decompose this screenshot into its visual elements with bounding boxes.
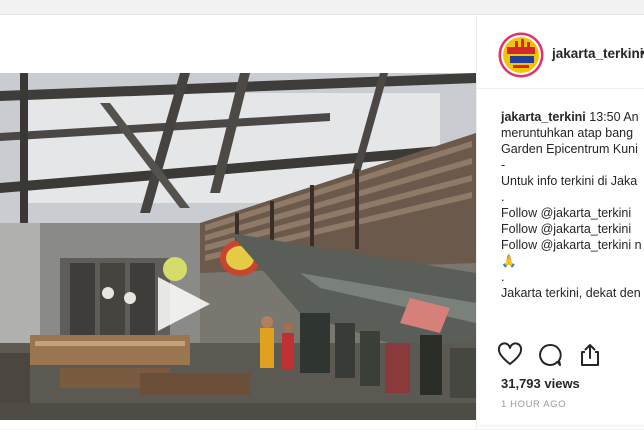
video-frame xyxy=(0,73,476,420)
caption-line-10: 🙏 xyxy=(501,254,517,268)
divider xyxy=(477,425,644,426)
caption-line-2: meruntuhkan atap bang xyxy=(501,126,634,140)
post-header: jakarta_terkini • xyxy=(477,15,644,89)
avatar[interactable] xyxy=(498,32,544,78)
caption-line-7: Follow @jakarta_terkini xyxy=(501,206,632,220)
view-count[interactable]: 31,793 views xyxy=(501,376,580,391)
header-username[interactable]: jakarta_terkini xyxy=(552,46,644,61)
video-player[interactable] xyxy=(0,73,476,420)
share-icon[interactable] xyxy=(577,342,603,368)
post-sidebar: jakarta_terkini • jakarta_terkini 13:50 … xyxy=(476,15,644,430)
instagram-post: jakarta_terkini • jakarta_terkini 13:50 … xyxy=(0,14,644,430)
play-icon[interactable] xyxy=(152,273,214,335)
action-bar xyxy=(497,342,637,370)
caption-line-5: Untuk info terkini di Jaka xyxy=(501,174,638,188)
caption-line-1: jakarta_terkini 13:50 An xyxy=(501,109,644,125)
caption-line-6: . xyxy=(501,190,505,204)
more-options-icon[interactable]: • xyxy=(640,44,644,60)
comment-icon[interactable] xyxy=(537,342,563,368)
caption-line-12: Jakarta terkini, dekat den xyxy=(501,286,641,300)
heart-icon[interactable] xyxy=(497,342,523,368)
caption-line-3: Garden Epicentrum Kuni xyxy=(501,142,638,156)
caption-line-4: - xyxy=(501,158,506,172)
caption: jakarta_terkini 13:50 An meruntuhkan ata… xyxy=(501,109,644,301)
post-timestamp[interactable]: 1 HOUR AGO xyxy=(501,399,566,410)
caption-username[interactable]: jakarta_terkini xyxy=(501,110,586,124)
caption-line-9: Follow @jakarta_terkini n xyxy=(501,238,642,252)
caption-line-8: Follow @jakarta_terkini xyxy=(501,222,632,236)
caption-text: 13:50 An xyxy=(585,110,639,124)
caption-line-11: . xyxy=(501,270,505,284)
jakarta-terkini-logo-icon xyxy=(498,32,544,78)
